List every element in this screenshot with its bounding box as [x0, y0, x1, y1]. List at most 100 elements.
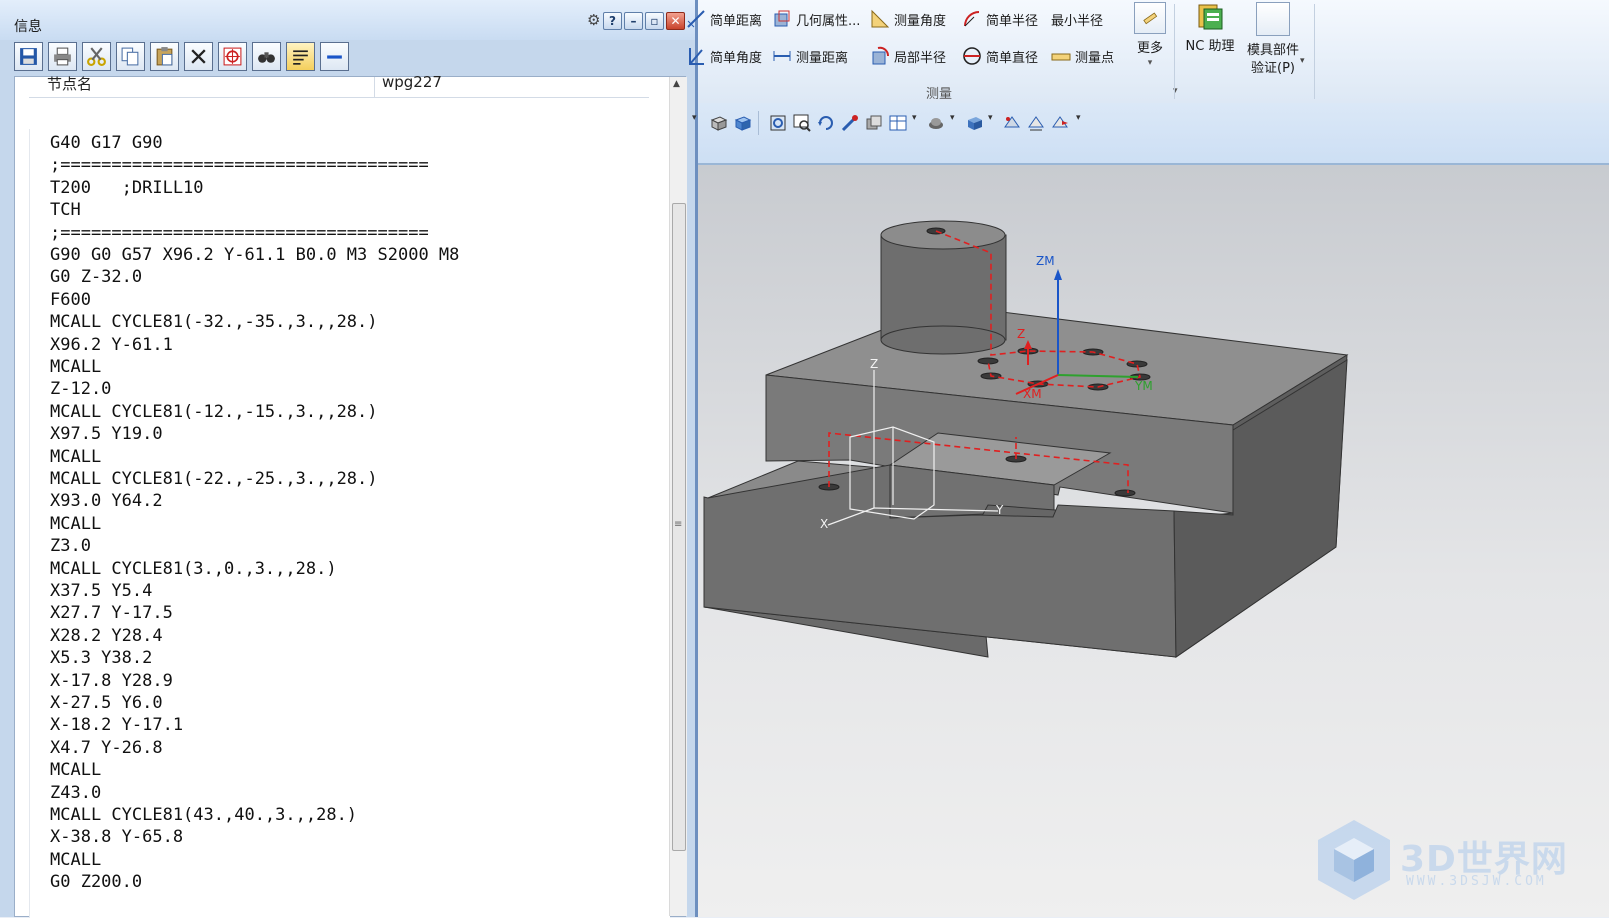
section-dropdown-icon[interactable]: ▾	[1076, 113, 1081, 123]
header-node-name-value: wpg227	[382, 73, 442, 91]
maximize-button[interactable]: ▫	[645, 12, 664, 30]
nc-code-line: ;====================================	[50, 155, 429, 176]
nc-code-line: G40 G17 G90	[50, 133, 163, 153]
find-button[interactable]	[252, 42, 281, 71]
diameter-icon	[963, 47, 981, 65]
measure-angle-button[interactable]: 测量角度	[870, 8, 946, 30]
orient-view-icon[interactable]	[864, 113, 884, 133]
zoom-window-icon[interactable]	[792, 113, 812, 133]
binoculars-icon	[258, 52, 275, 63]
min-radius-label: 最小半径	[1051, 13, 1104, 29]
section-view-icon[interactable]	[1002, 113, 1022, 133]
nc-code-line: Z-12.0	[50, 379, 112, 400]
delete-button[interactable]	[184, 42, 213, 71]
distance-icon	[687, 10, 705, 28]
ruler-icon	[1134, 2, 1166, 34]
nc-code-line: MCALL CYCLE81(-12.,-15.,3.,,28.)	[50, 401, 378, 422]
nc-code-line: X37.5 Y5.4	[50, 581, 153, 601]
cut-button[interactable]	[82, 42, 111, 71]
info-titlebar[interactable]: 信息 ⚙ ? – ▫ ✕	[0, 0, 695, 40]
nc-code-line: G0 Z-32.0	[50, 267, 143, 288]
nc-assistant-icon	[1195, 2, 1225, 32]
ruler-point-icon	[1051, 53, 1071, 61]
save-button[interactable]	[14, 42, 43, 71]
mold-part-label-1: 模具部件	[1246, 43, 1299, 58]
vertical-scrollbar[interactable]: ▲ ≡	[669, 77, 687, 916]
nc-code-line: X4.7 Y-26.8	[50, 737, 163, 758]
simple-angle-button[interactable]: 简单角度	[686, 45, 762, 67]
nc-assistant-button[interactable]: NC 助理	[1182, 2, 1238, 56]
mold-dropdown-icon[interactable]: ▾	[1300, 56, 1305, 66]
clip-view-icon[interactable]	[1026, 113, 1046, 133]
nc-code-line: Z43.0	[50, 782, 102, 803]
info-window-title: 信息	[14, 19, 42, 35]
simple-diameter-button[interactable]: 简单直径	[962, 45, 1038, 67]
nc-code-line: F600	[50, 289, 91, 310]
gear-icon[interactable]: ⚙	[587, 11, 600, 29]
nc-code-line: MCALL	[50, 513, 102, 534]
nc-code-line: MCALL	[50, 760, 102, 781]
angle-icon	[689, 48, 704, 65]
nc-code-line: MCALL	[50, 446, 102, 467]
delete-icon	[191, 49, 206, 64]
solid-cube-icon[interactable]	[964, 113, 984, 133]
mold-part-validation-button[interactable]: 模具部件 验证(P)	[1238, 2, 1308, 78]
target-button[interactable]	[218, 42, 247, 71]
local-radius-button[interactable]: 局部半径	[870, 45, 946, 67]
nc-code-line: X97.5 Y19.0	[50, 424, 163, 445]
cube-dropdown-icon[interactable]: ▾	[988, 113, 993, 123]
paste-button[interactable]	[150, 42, 179, 71]
nc-code-line: X-17.8 Y28.9	[50, 670, 173, 691]
nc-code-line: X93.0 Y64.2	[50, 491, 163, 512]
collapse-button[interactable]	[320, 42, 349, 71]
paste-icon	[156, 47, 173, 66]
ribbon-separator-2	[1314, 4, 1315, 99]
measure-distance-button[interactable]: 测量距离	[772, 45, 848, 67]
print-button[interactable]	[48, 42, 77, 71]
layout-dropdown-icon[interactable]: ▾	[912, 113, 917, 123]
scroll-up-icon[interactable]: ▲	[673, 79, 680, 89]
wrap-button[interactable]	[286, 42, 315, 71]
wireframe-cube-icon[interactable]	[708, 113, 728, 133]
geometry-properties-button[interactable]: 几何属性...	[772, 8, 860, 30]
render-dropdown-icon[interactable]: ▾	[950, 113, 955, 123]
copy-button[interactable]	[116, 42, 145, 71]
close-button[interactable]: ✕	[666, 12, 685, 30]
nc-code-line: MCALL CYCLE81(3.,0.,3.,,28.)	[50, 558, 337, 579]
dropdown-arrow-icon[interactable]: ▾	[692, 113, 697, 123]
model-canvas[interactable]	[698, 165, 1609, 917]
nc-code-panel[interactable]: G40 G17 G90 ;============================…	[29, 129, 670, 918]
hole-1	[977, 357, 999, 365]
measure-group-label: 测量	[926, 87, 953, 102]
simple-radius-button[interactable]: 简单半径	[962, 8, 1038, 30]
nc-code-line: MCALL CYCLE81(43.,40.,3.,,28.)	[50, 805, 358, 825]
nc-code-line: G0 Z200.0	[50, 872, 143, 893]
pan-icon[interactable]	[840, 113, 860, 133]
copy-icon	[121, 47, 139, 66]
more-button[interactable]: 更多 ▾	[1131, 2, 1169, 68]
nc-code-line: MCALL CYCLE81(-22.,-25.,3.,,28.)	[50, 469, 378, 489]
target-icon	[223, 47, 242, 66]
minimize-button[interactable]: –	[624, 12, 643, 30]
more-dropdown-icon: ▾	[1147, 58, 1153, 68]
nc-code-line: X28.2 Y28.4	[50, 625, 163, 646]
z-axis-label: Z	[870, 357, 879, 371]
layout-icon[interactable]	[888, 113, 908, 133]
simple-angle-label: 简单角度	[710, 50, 763, 66]
simple-diameter-label: 简单直径	[986, 50, 1039, 66]
shaded-cube-icon[interactable]	[732, 113, 752, 133]
measure-point-button[interactable]: 测量点	[1051, 45, 1114, 67]
nc-assistant-label: NC 助理	[1185, 39, 1235, 54]
header-separator	[374, 77, 375, 97]
graphics-viewport[interactable]: ZM YM XM Z Z Y X	[698, 165, 1609, 917]
fit-view-icon[interactable]	[768, 113, 788, 133]
zm-axis-label: ZM	[1036, 254, 1055, 268]
help-button[interactable]: ?	[603, 12, 622, 30]
edit-section-icon[interactable]	[1050, 113, 1070, 133]
rotate-icon[interactable]	[816, 113, 836, 133]
render-style-icon[interactable]	[926, 113, 946, 133]
simple-distance-button[interactable]: 简单距离	[686, 8, 762, 30]
save-icon	[20, 48, 37, 65]
measure-ribbon: 简单距离 几何属性... 测量角度 简单半径 最小半径 简单角度 测量距离 局部…	[687, 0, 1609, 104]
min-radius-button[interactable]: 最小半径	[1051, 8, 1103, 30]
